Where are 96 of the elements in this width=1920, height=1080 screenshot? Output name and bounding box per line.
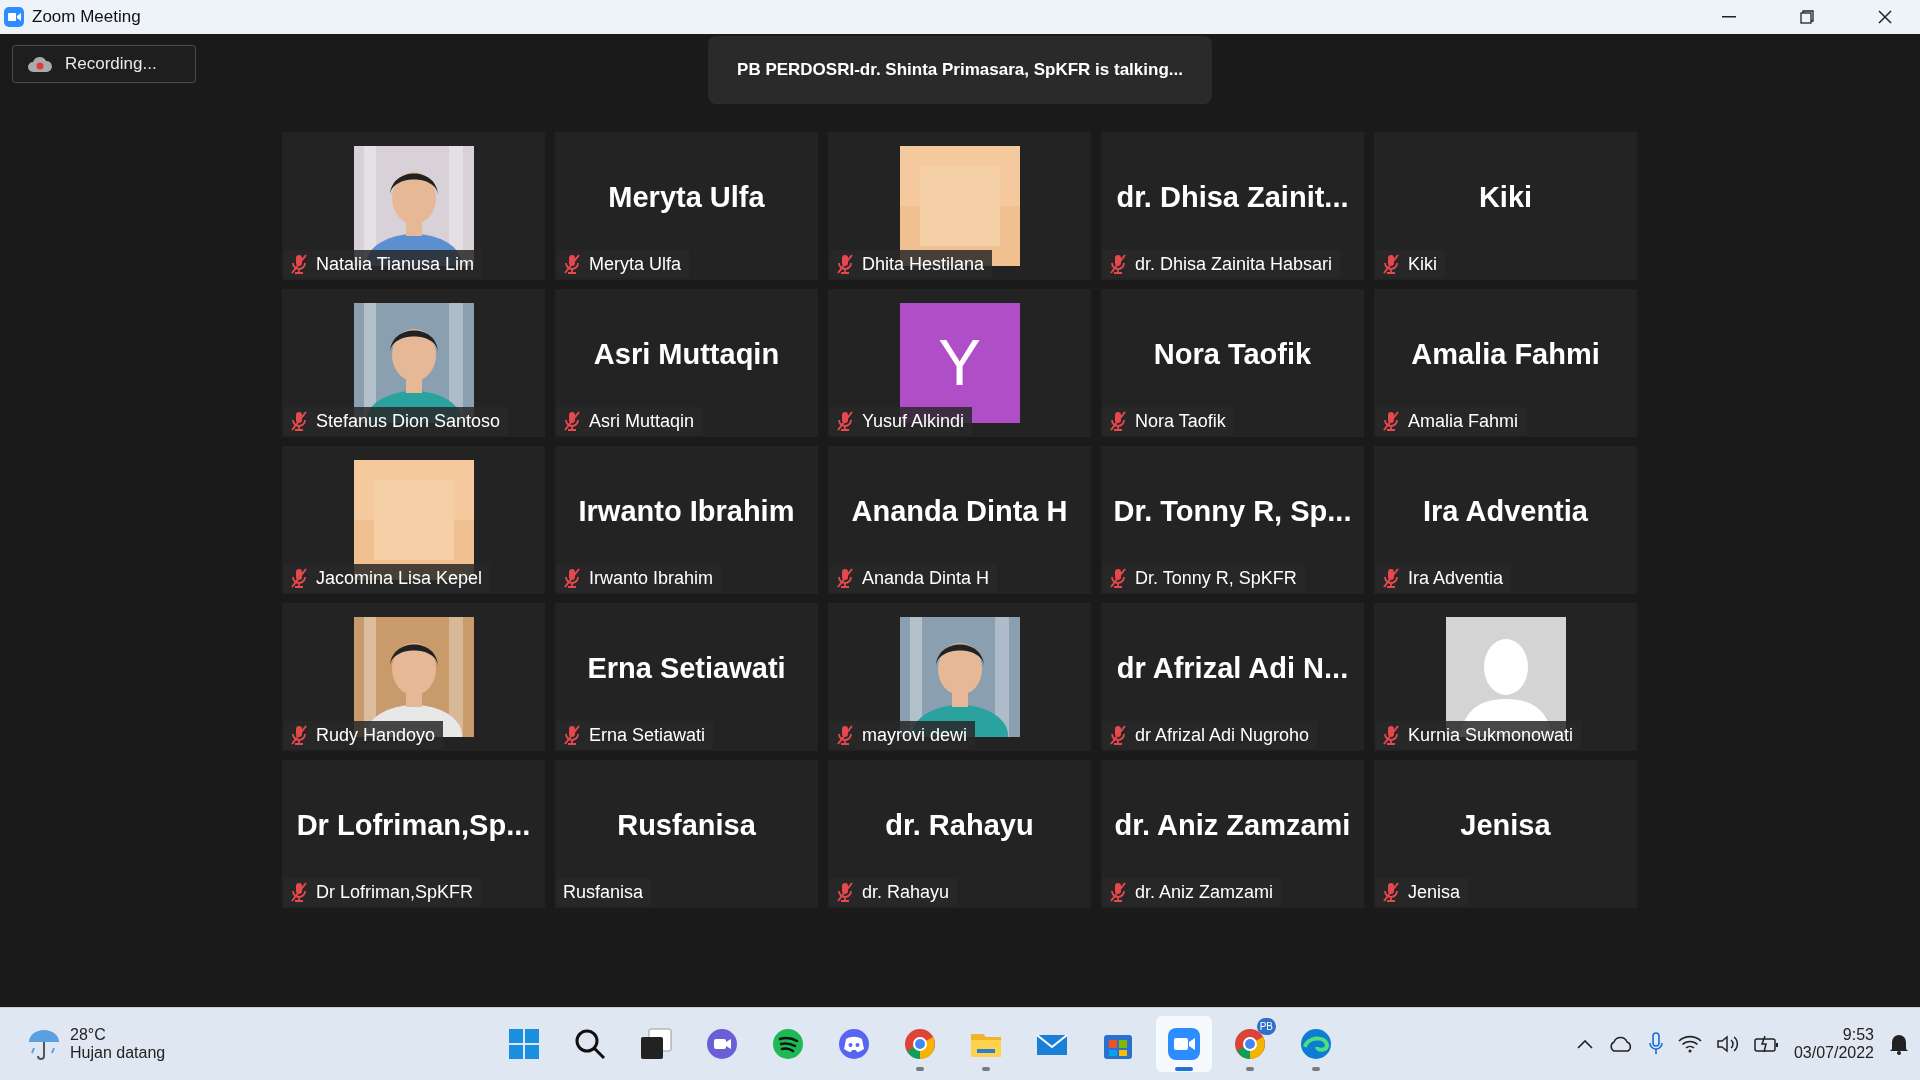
participant-name: Ira Adventia bbox=[1423, 494, 1588, 528]
participant-name: Ananda Dinta H bbox=[851, 494, 1068, 528]
name-label: Meryta Ulfa bbox=[557, 250, 690, 278]
game-controller-icon bbox=[837, 1027, 871, 1061]
music-app-icon bbox=[771, 1027, 805, 1061]
windows-logo-icon bbox=[507, 1027, 541, 1061]
muted-mic-icon bbox=[563, 568, 581, 588]
window-title: Zoom Meeting bbox=[32, 7, 142, 27]
restore-icon bbox=[1800, 10, 1814, 24]
task-view-icon bbox=[639, 1027, 673, 1061]
battery-icon[interactable] bbox=[1753, 1035, 1780, 1053]
muted-mic-icon bbox=[563, 411, 581, 431]
temperature: 28°C bbox=[70, 1026, 107, 1044]
muted-mic-icon bbox=[1109, 411, 1127, 431]
participant-name: Rusfanisa bbox=[617, 808, 756, 842]
taskbar-app[interactable]: PB bbox=[1222, 1016, 1278, 1072]
muted-mic-icon bbox=[290, 725, 308, 745]
name-label: Rudy Handoyo bbox=[284, 721, 444, 749]
name-label: mayrovi dewi bbox=[830, 721, 976, 749]
muted-mic-icon bbox=[1109, 568, 1127, 588]
muted-mic-icon bbox=[1382, 254, 1400, 274]
participant-name: Jenisa bbox=[1460, 808, 1551, 842]
speaker-banner: PB PERDOSRI-dr. Shinta Primasara, SpKFR is talking... bbox=[708, 36, 1212, 104]
profile-badge: PB bbox=[1256, 1018, 1276, 1035]
participant-name: Kiki bbox=[1478, 180, 1533, 214]
participant-name: Amalia Fahmi bbox=[1411, 337, 1600, 371]
microphone-icon[interactable] bbox=[1647, 1032, 1664, 1056]
participant-name: Meryta Ulfa bbox=[608, 180, 765, 214]
participant-name: Dr. Tonny R, Sp... bbox=[1113, 494, 1352, 528]
browser-icon bbox=[903, 1027, 937, 1061]
clock-date[interactable]: 03/07/2022 bbox=[1793, 1044, 1874, 1062]
muted-mic-icon bbox=[836, 568, 854, 588]
recording-button[interactable]: Recording... bbox=[12, 45, 196, 83]
name-label: Natalia Tianusa Lim bbox=[284, 250, 483, 278]
muted-mic-icon bbox=[1382, 725, 1400, 745]
clock-time[interactable]: 9:53 bbox=[1842, 1026, 1874, 1044]
name-label: Nora Taofik bbox=[1103, 407, 1234, 435]
name-label: Asri Muttaqin bbox=[557, 407, 703, 435]
name-label: dr. Dhisa Zainita Habsari bbox=[1103, 250, 1341, 278]
muted-mic-icon bbox=[1382, 411, 1400, 431]
volume-icon[interactable] bbox=[1715, 1034, 1740, 1054]
name-label: Stefanus Dion Santoso bbox=[284, 407, 509, 435]
participant-name: dr. Dhisa Zainit... bbox=[1116, 180, 1349, 214]
name-label: Kurnia Sukmonowati bbox=[1376, 721, 1582, 749]
name-label: Rusfanisa bbox=[557, 878, 652, 906]
search-icon bbox=[573, 1027, 607, 1061]
cloud-record-icon bbox=[27, 55, 53, 73]
muted-mic-icon bbox=[836, 411, 854, 431]
wifi-icon[interactable] bbox=[1677, 1035, 1702, 1053]
name-label: Erna Setiawati bbox=[557, 721, 714, 749]
name-label: Dhita Hestilana bbox=[830, 250, 993, 278]
name-label: dr Afrizal Adi Nugroho bbox=[1103, 721, 1318, 749]
muted-mic-icon bbox=[290, 882, 308, 902]
video-camera-icon bbox=[4, 7, 24, 27]
name-label: Yusuf Alkindi bbox=[830, 407, 973, 435]
browser-wave-icon bbox=[1299, 1027, 1333, 1061]
name-label: Ananda Dinta H bbox=[830, 564, 998, 592]
name-label: Kiki bbox=[1376, 250, 1445, 278]
chevron-up-icon[interactable] bbox=[1575, 1038, 1594, 1050]
chat-icon bbox=[705, 1027, 739, 1061]
close-icon bbox=[1878, 10, 1892, 24]
muted-mic-icon bbox=[836, 254, 854, 274]
name-label: Dr. Tonny R, SpKFR bbox=[1103, 564, 1305, 592]
video-camera-icon bbox=[1167, 1027, 1201, 1061]
weather-text: Hujan datang bbox=[70, 1044, 166, 1062]
muted-mic-icon bbox=[1109, 882, 1127, 902]
muted-mic-icon bbox=[836, 725, 854, 745]
name-label: Jacomina Lisa Kepel bbox=[284, 564, 491, 592]
muted-mic-icon bbox=[563, 254, 581, 274]
muted-mic-icon bbox=[563, 725, 581, 745]
participant-name: dr Afrizal Adi N... bbox=[1116, 651, 1349, 685]
muted-mic-icon bbox=[290, 568, 308, 588]
participant-name: dr. Rahayu bbox=[885, 808, 1034, 842]
name-label: dr. Rahayu bbox=[830, 878, 958, 906]
muted-mic-icon bbox=[1109, 725, 1127, 745]
muted-mic-icon bbox=[290, 411, 308, 431]
muted-mic-icon bbox=[1109, 254, 1127, 274]
minimize-icon bbox=[1722, 16, 1736, 18]
participant-name: Dr Lofriman,Sp... bbox=[296, 808, 531, 842]
name-label: Irwanto Ibrahim bbox=[557, 564, 722, 592]
participant-name: Irwanto Ibrahim bbox=[578, 494, 795, 528]
participant-name: dr. Aniz Zamzami bbox=[1114, 808, 1351, 842]
participant-name: Erna Setiawati bbox=[587, 651, 786, 685]
muted-mic-icon bbox=[290, 254, 308, 274]
name-label: Dr Lofriman,SpKFR bbox=[284, 878, 482, 906]
name-label: Amalia Fahmi bbox=[1376, 407, 1527, 435]
name-label: Jenisa bbox=[1376, 878, 1469, 906]
muted-mic-icon bbox=[836, 882, 854, 902]
muted-mic-icon bbox=[1382, 882, 1400, 902]
participant-name: Nora Taofik bbox=[1153, 337, 1312, 371]
name-label: dr. Aniz Zamzami bbox=[1103, 878, 1282, 906]
name-label: Ira Adventia bbox=[1376, 564, 1512, 592]
participant-name: Asri Muttaqin bbox=[593, 337, 780, 371]
notification-bell-icon[interactable] bbox=[1888, 1032, 1910, 1056]
muted-mic-icon bbox=[1382, 568, 1400, 588]
cloud-icon[interactable] bbox=[1607, 1036, 1634, 1052]
